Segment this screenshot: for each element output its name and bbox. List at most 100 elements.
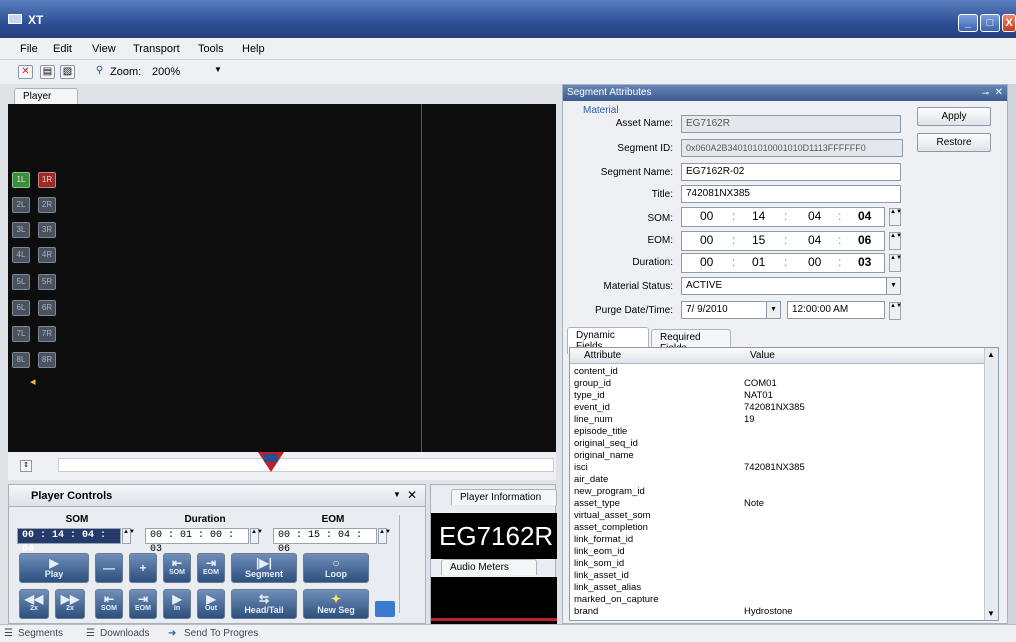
tab-player-information[interactable]: Player Information — [451, 489, 557, 505]
grid-row[interactable]: isci 742081NX385 — [574, 462, 984, 473]
eom-field[interactable]: 00: 15: 04: 06 — [681, 231, 885, 251]
play-button[interactable]: ▶ Play — [19, 553, 89, 583]
channel-5l[interactable]: 5L — [12, 274, 30, 290]
som-spin-icon[interactable]: ▲▼ — [889, 208, 902, 226]
channel-3l[interactable]: 3L — [12, 222, 30, 238]
grid-row[interactable]: link_som_id — [574, 558, 984, 569]
timeline-scrubber[interactable] — [58, 458, 554, 472]
close-button[interactable]: X — [1002, 14, 1016, 32]
grid-row[interactable]: link_eom_id — [574, 546, 984, 557]
grid-row[interactable]: content_id — [574, 366, 984, 377]
delete-icon[interactable]: ✕ — [18, 65, 33, 79]
channel-2r[interactable]: 2R — [38, 197, 56, 213]
channel-4l[interactable]: 4L — [12, 247, 30, 263]
forward-2x-button[interactable]: ▶▶ 2x — [55, 589, 85, 619]
restore-button[interactable]: Restore — [917, 133, 991, 152]
grid-row[interactable]: marked_on_capture — [574, 594, 984, 605]
som-field[interactable]: 00: 14: 04: 04 — [681, 207, 885, 227]
plus-button[interactable]: + — [129, 553, 157, 583]
scroll-up-icon[interactable]: ▲ — [987, 350, 995, 359]
chevron-down-icon[interactable]: ▼ — [886, 278, 900, 294]
channel-8l[interactable]: 8L — [12, 352, 30, 368]
new-seg-button[interactable]: ✦ New Seg — [303, 589, 369, 619]
channel-5r[interactable]: 5R — [38, 274, 56, 290]
grid-row[interactable]: brand Hydrostone — [574, 606, 984, 617]
apply-button[interactable]: Apply — [917, 107, 991, 126]
channel-8r[interactable]: 8R — [38, 352, 56, 368]
grid-row[interactable]: original_seq_id — [574, 438, 984, 449]
som-timecode[interactable]: 00 : 14 : 04 : 04 — [17, 528, 121, 555]
channel-1l[interactable]: 1L — [12, 172, 30, 188]
chevron-down-icon[interactable]: ▼ — [214, 65, 222, 74]
tab-audio-meters[interactable]: Audio Meters — [441, 559, 537, 575]
value-column-header[interactable]: Value — [750, 350, 775, 361]
channel-3r[interactable]: 3R — [38, 222, 56, 238]
purge-time-field[interactable]: 12:00:00 AM — [787, 301, 885, 319]
preview-icon[interactable]: ▧ — [60, 65, 75, 79]
set-som-button[interactable]: ⇤ SOM — [95, 589, 123, 619]
volume-slider-track[interactable] — [399, 515, 407, 613]
channel-6l[interactable]: 6L — [12, 300, 30, 316]
grid-row[interactable]: asset_type Note — [574, 498, 984, 509]
eom-spin-icon[interactable]: ▲▼ — [378, 528, 391, 544]
segment-name-field[interactable]: EG7162R-02 — [681, 163, 901, 181]
segment-button[interactable]: |▶| Segment — [231, 553, 297, 583]
menu-tools[interactable]: Tools — [198, 43, 224, 55]
set-eom-button[interactable]: ⇥ EOM — [129, 589, 157, 619]
grid-row[interactable]: link_format_id — [574, 534, 984, 545]
minimize-button[interactable]: _ — [958, 14, 978, 32]
scroll-down-icon[interactable]: ▼ — [987, 609, 995, 618]
panel-close-icon[interactable]: ✕ — [995, 85, 1003, 101]
mark-out-button[interactable]: ▶ Out — [197, 589, 225, 619]
material-status-select[interactable]: ACTIVE ▼ — [681, 277, 901, 295]
channel-6r[interactable]: 6R — [38, 300, 56, 316]
mark-in-button[interactable]: ▶ In — [163, 589, 191, 619]
panel-menu-icon[interactable]: ▼ — [393, 490, 401, 499]
menu-view[interactable]: View — [92, 43, 116, 55]
downloads-tab[interactable]: Downloads — [100, 628, 149, 639]
channel-4r[interactable]: 4R — [38, 247, 56, 263]
som-spin-icon[interactable]: ▲▼ — [122, 528, 135, 544]
grid-row[interactable]: line_num 19 — [574, 414, 984, 425]
grid-row[interactable]: group_id COM01 — [574, 378, 984, 389]
menu-transport[interactable]: Transport — [133, 43, 180, 55]
menu-edit[interactable]: Edit — [53, 43, 72, 55]
grid-row[interactable]: asset_completion — [574, 522, 984, 533]
grid-row[interactable]: event_id 742081NX385 — [574, 402, 984, 413]
panel-close-icon[interactable]: ✕ — [407, 488, 417, 502]
rewind-2x-button[interactable]: ◀◀ 2x — [19, 589, 49, 619]
duration-field[interactable]: 00: 01: 00: 03 — [681, 253, 885, 273]
grid-row[interactable]: air_date — [574, 474, 984, 485]
purge-time-spin-icon[interactable]: ▲▼ — [889, 302, 902, 320]
scrub-spin-icon[interactable]: ⇕ — [20, 460, 32, 472]
attribute-column-header[interactable]: Attribute — [584, 350, 621, 361]
grid-row[interactable]: new_program_id — [574, 486, 984, 497]
pin-icon[interactable]: ⊸ — [981, 85, 989, 101]
tab-player[interactable]: Player — [14, 88, 78, 104]
grid-scrollbar[interactable]: ▲ ▼ — [984, 348, 998, 620]
maximize-button[interactable]: □ — [980, 14, 1000, 32]
minus-button[interactable]: — — [95, 553, 123, 583]
calendar-dropdown-icon[interactable]: ▼ — [766, 302, 780, 318]
eom-timecode[interactable]: 00 : 15 : 04 : 06 — [273, 528, 377, 555]
go-som-button[interactable]: ⇤ SOM — [163, 553, 191, 583]
duration-spin-icon[interactable]: ▲▼ — [889, 254, 902, 272]
title-field[interactable]: 742081NX385 — [681, 185, 901, 203]
purge-date-field[interactable]: 7/ 9/2010 ▼ — [681, 301, 781, 319]
loop-button[interactable]: ○ Loop — [303, 553, 369, 583]
head-tail-button[interactable]: ⇆ Head/Tail — [231, 589, 297, 619]
duration-spin-icon[interactable]: ▲▼ — [250, 528, 263, 544]
menu-file[interactable]: File — [20, 43, 38, 55]
grid-row[interactable]: link_asset_id — [574, 570, 984, 581]
grid-row[interactable]: virtual_asset_som — [574, 510, 984, 521]
eom-spin-icon[interactable]: ▲▼ — [889, 232, 902, 250]
segments-tab[interactable]: Segments — [18, 628, 63, 639]
print-icon[interactable]: ▤ — [40, 65, 55, 79]
volume-thumb[interactable] — [375, 601, 395, 617]
channel-7r[interactable]: 7R — [38, 326, 56, 342]
channel-1r[interactable]: 1R — [38, 172, 56, 188]
go-eom-button[interactable]: ⇥ EOM — [197, 553, 225, 583]
duration-timecode[interactable]: 00 : 01 : 00 : 03 — [145, 528, 249, 555]
grid-row[interactable]: original_name — [574, 450, 984, 461]
grid-row[interactable]: link_asset_alias — [574, 582, 984, 593]
